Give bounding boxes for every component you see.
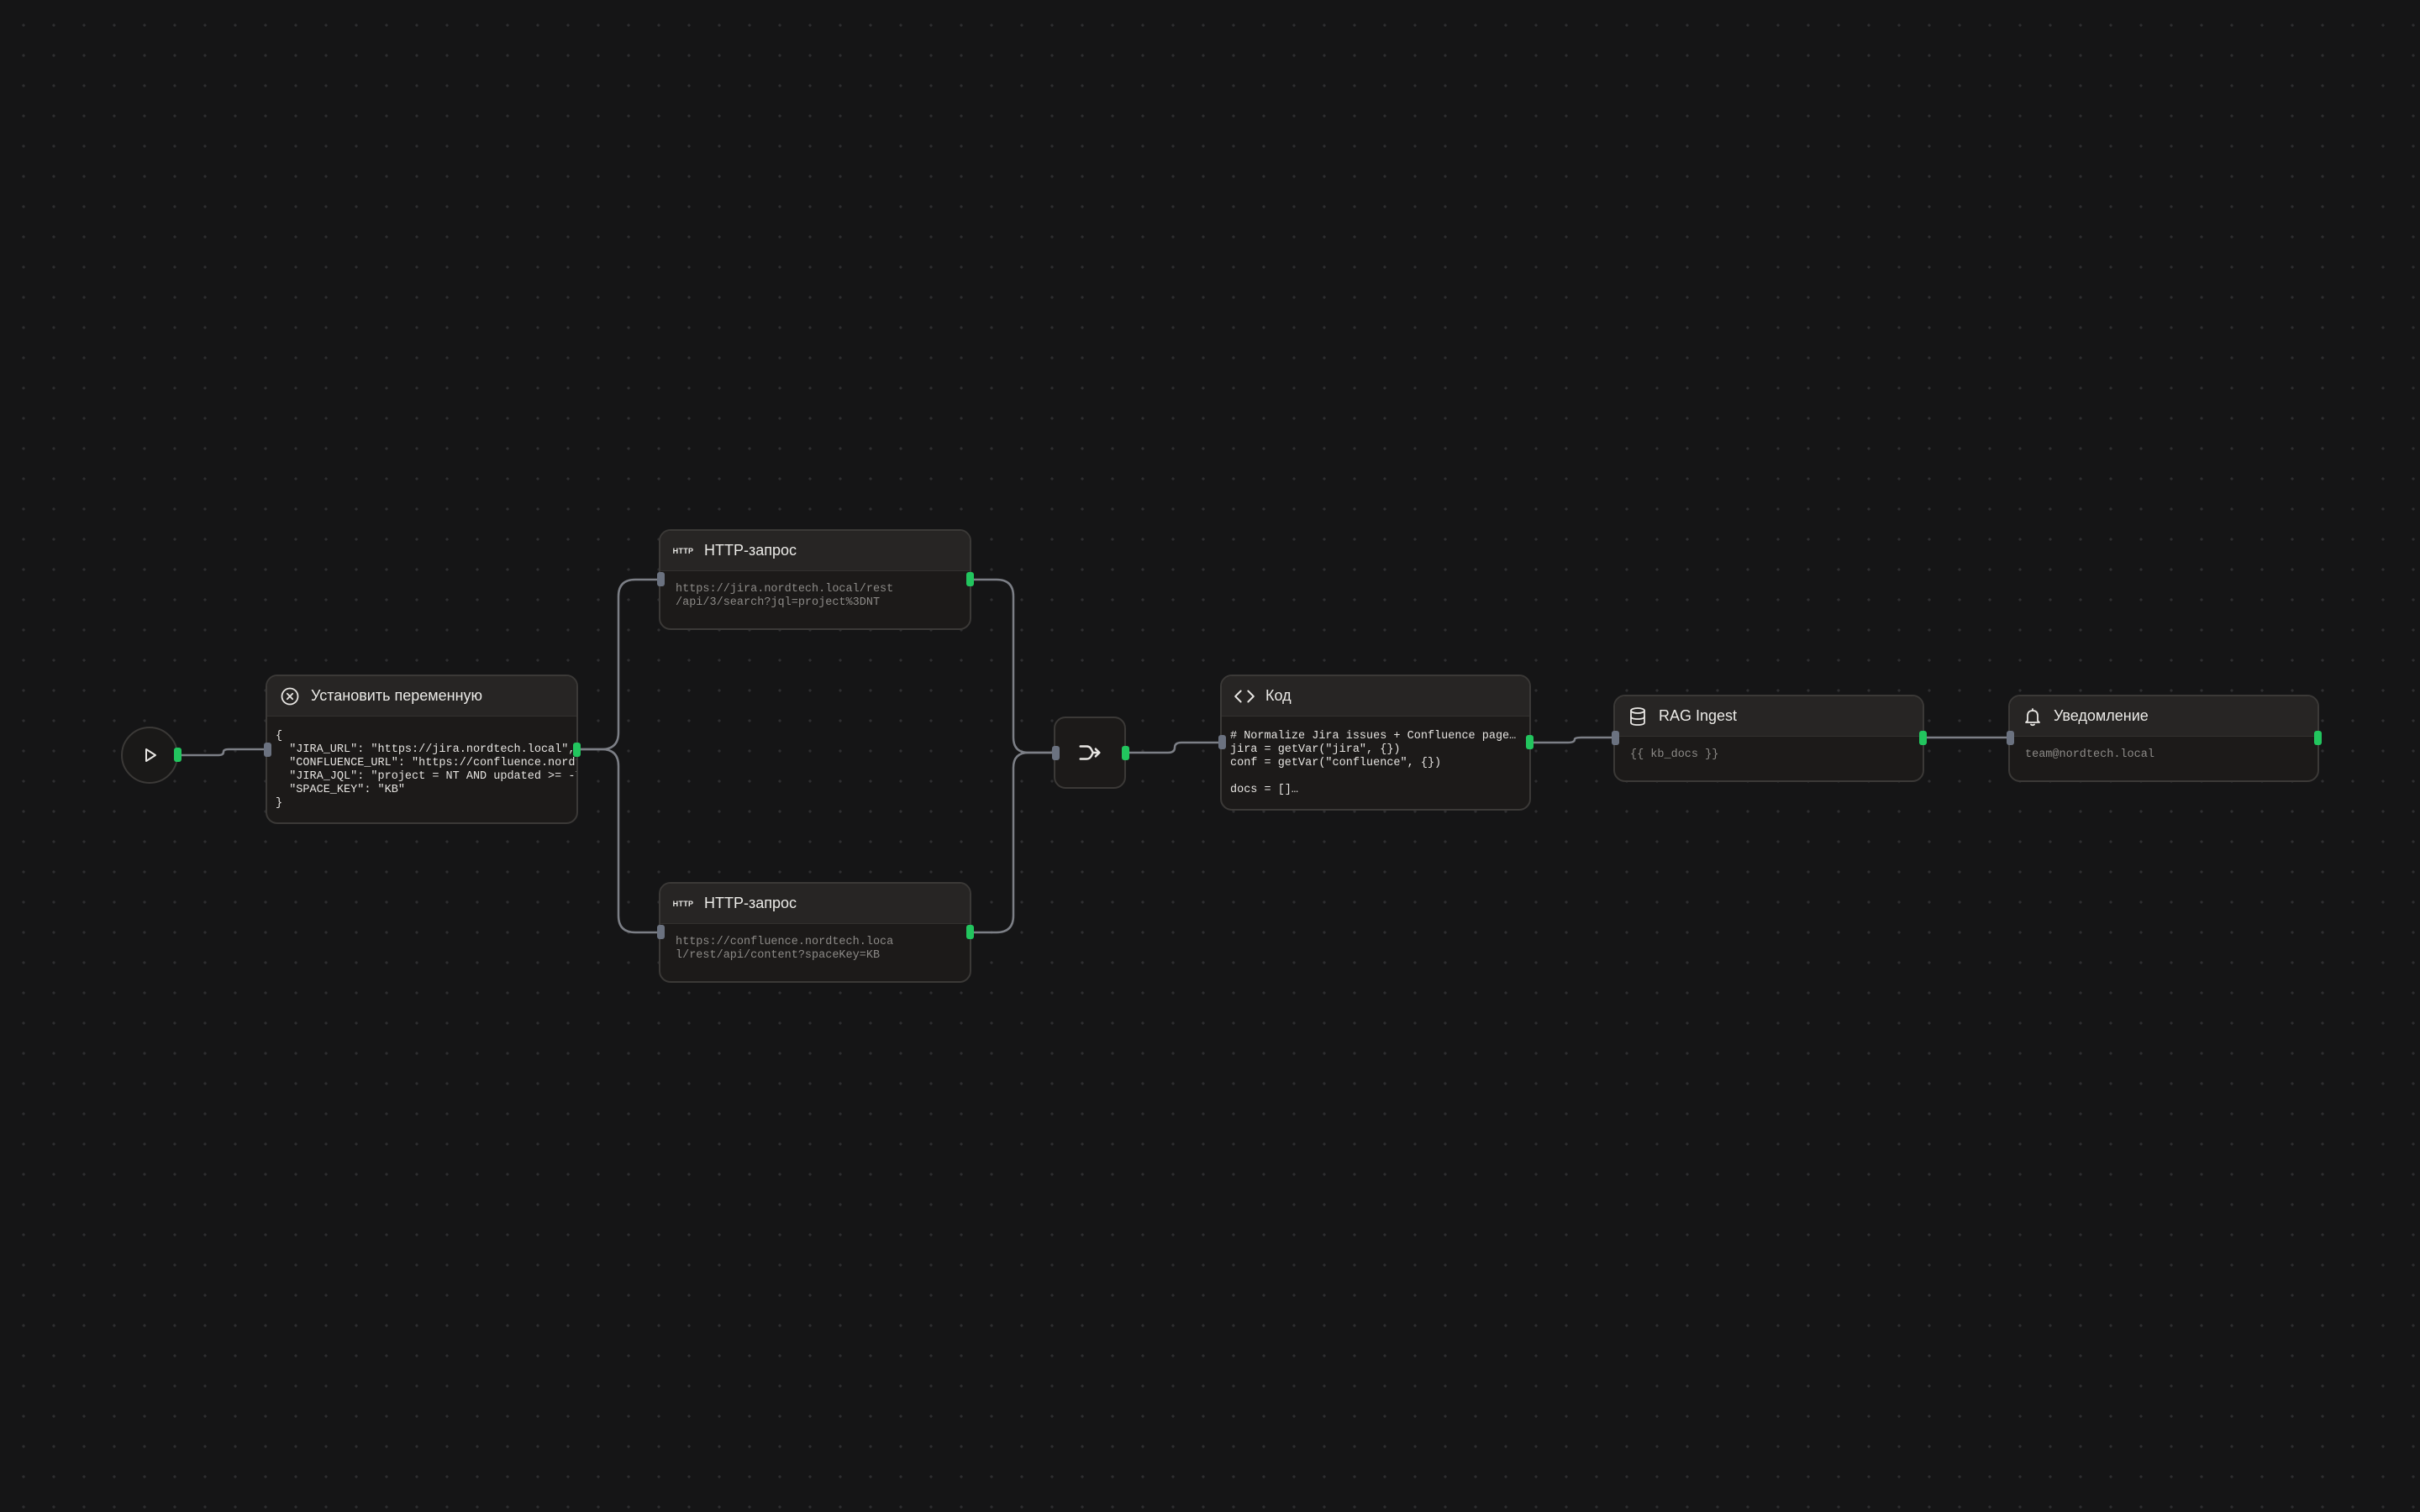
notification-recipient: team@nordtech.local [2025,748,2154,761]
http-jira-input-port[interactable] [657,572,665,586]
rag-output-port[interactable] [1919,731,1927,745]
edge-code-to-rag[interactable] [1529,736,1617,744]
code-output-port[interactable] [1526,735,1534,749]
http-confluence-output-port[interactable] [966,925,974,939]
bell-icon [2022,706,2044,727]
notification-input-port[interactable] [2007,731,2014,745]
code-icon [1234,685,1255,707]
start-node[interactable] [121,727,178,784]
variables-json: { "JIRA_URL": "https://jira.nordtech.loc… [276,730,576,810]
node-title: HTTP-запрос [704,895,797,911]
start-output-port[interactable] [174,748,182,762]
code-preview: # Normalize Jira issues + Confluence pag… [1230,730,1517,796]
node-header: RAG Ingest [1615,696,1923,737]
edge-http-jira-to-merge[interactable] [970,578,1057,754]
code-input-port[interactable] [1218,735,1226,749]
node-header: HTTP HTTP-запрос [660,531,970,571]
database-icon [1627,706,1649,727]
edge-setvar-to-http-jira[interactable] [578,578,662,751]
set-variable-output-port[interactable] [573,743,581,757]
variable-icon [279,685,301,707]
edge-merge-to-code[interactable] [1124,741,1223,754]
node-title: HTTP-запрос [704,542,797,559]
play-icon [145,748,156,762]
notification-node[interactable]: Уведомление team@nordtech.local [2008,695,2319,782]
merge-output-port[interactable] [1122,746,1129,760]
request-url: https://confluence.nordtech.loca l/rest/… [676,936,894,962]
notification-output-port[interactable] [2314,731,2322,745]
ingest-source: {{ kb_docs }} [1630,748,1719,761]
http-request-confluence-node[interactable]: HTTP HTTP-запрос https://confluence.nord… [659,882,971,983]
node-header: HTTP HTTP-запрос [660,884,970,924]
set-variable-node[interactable]: Установить переменную { "JIRA_URL": "htt… [266,675,578,824]
node-header: Уведомление [2010,696,2317,737]
http-jira-output-port[interactable] [966,572,974,586]
request-url: https://jira.nordtech.local/rest /api/3/… [676,583,894,609]
node-title: RAG Ingest [1659,707,1738,724]
edge-http-confluence-to-merge[interactable] [970,751,1057,934]
node-header: Установить переменную [267,676,576,717]
rag-input-port[interactable] [1612,731,1619,745]
http-confluence-input-port[interactable] [657,925,665,939]
node-header: Код [1222,676,1529,717]
node-title: Код [1265,687,1292,704]
set-variable-input-port[interactable] [264,743,271,757]
merge-input-port[interactable] [1052,746,1060,760]
node-title: Уведомление [2054,707,2149,724]
edge-start-to-setvar[interactable] [176,748,269,757]
merge-node[interactable] [1054,717,1126,789]
http-icon: HTTP [672,899,694,908]
node-title: Установить переменную [311,687,483,704]
edge-setvar-to-http-confluence[interactable] [578,748,662,934]
workflow-canvas[interactable]: Установить переменную { "JIRA_URL": "htt… [0,0,2420,1512]
merge-icon [1079,745,1101,760]
http-icon: HTTP [672,546,694,555]
rag-ingest-node[interactable]: RAG Ingest {{ kb_docs }} [1613,695,1924,782]
http-request-jira-node[interactable]: HTTP HTTP-запрос https://jira.nordtech.l… [659,529,971,630]
code-node[interactable]: Код # Normalize Jira issues + Confluence… [1220,675,1531,811]
